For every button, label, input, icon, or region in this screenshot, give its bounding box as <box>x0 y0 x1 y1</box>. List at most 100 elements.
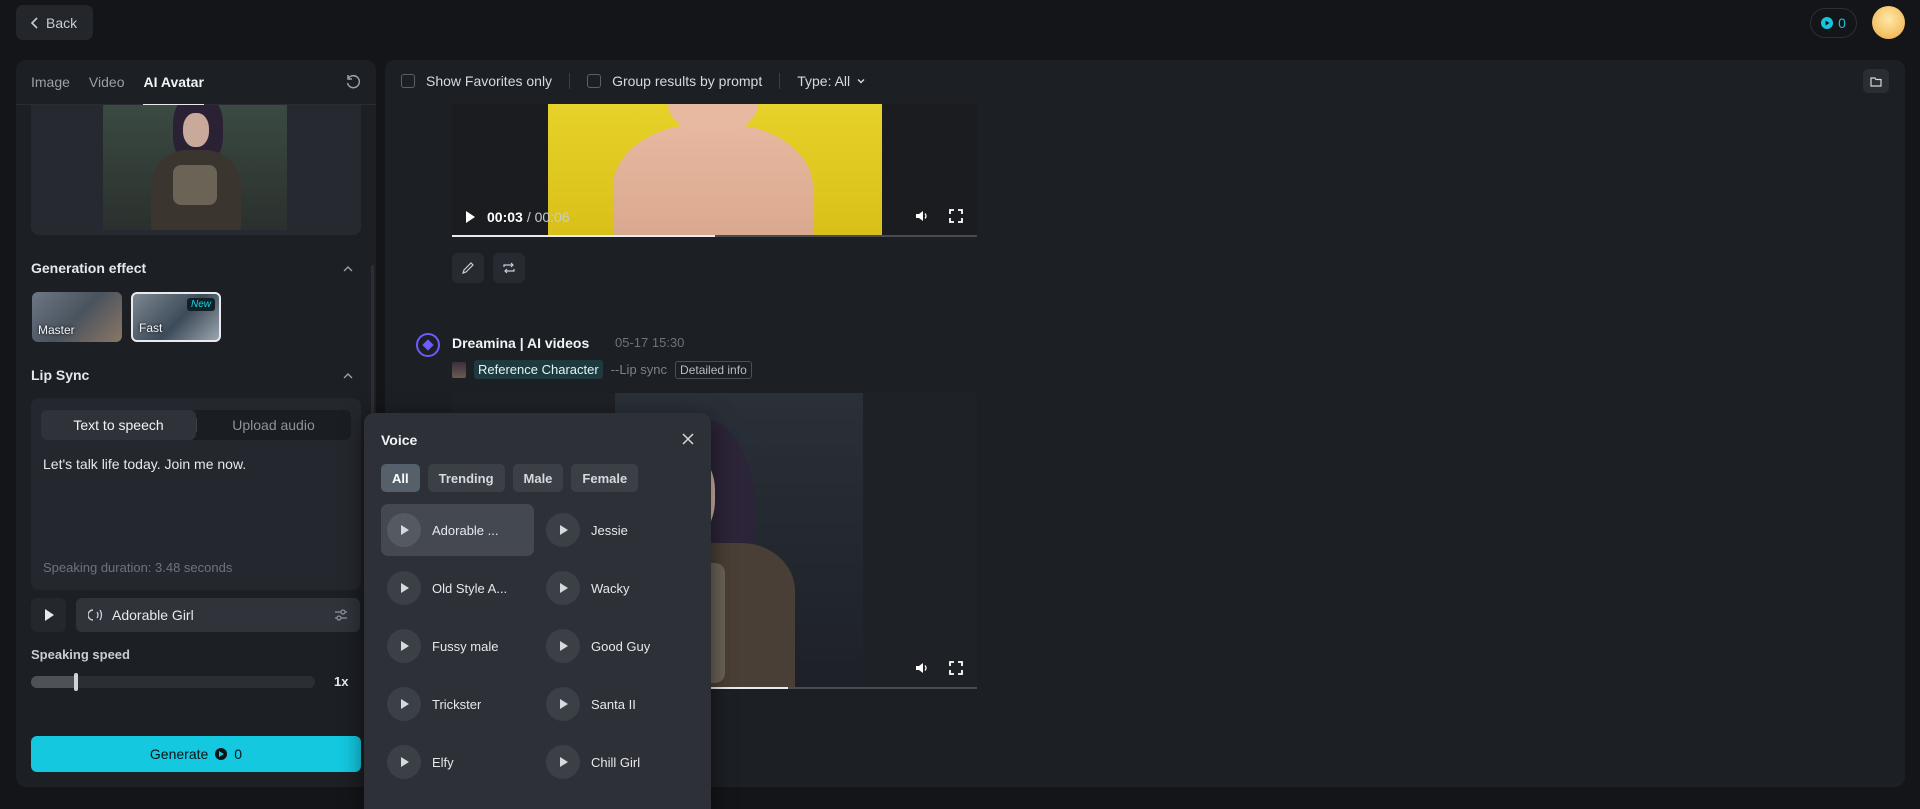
voice-item[interactable]: Jessie <box>540 504 693 556</box>
credit-coin-icon <box>215 748 228 760</box>
voice-filter-all[interactable]: All <box>381 464 420 492</box>
video-player-1[interactable]: 00:03 / 00:06 <box>452 104 977 237</box>
generate-cost: 0 <box>234 746 243 762</box>
voice-item[interactable]: Santa II <box>540 678 693 730</box>
filter-divider <box>779 73 781 89</box>
voice-item[interactable]: Good Guy <box>540 620 693 672</box>
mode-tabs: Image Video AI Avatar <box>16 60 376 106</box>
voice-icon <box>88 609 103 621</box>
upload-audio-tab[interactable]: Upload audio <box>196 410 351 440</box>
collapse-generation-effect-icon[interactable] <box>342 263 354 275</box>
speed-slider-thumb[interactable] <box>74 673 79 691</box>
text-to-speech-tab[interactable]: Text to speech <box>41 410 196 440</box>
reference-image-box[interactable] <box>31 105 361 235</box>
voice-name: Old Style A... <box>432 580 508 596</box>
selected-voice-name: Adorable Girl <box>112 607 194 623</box>
voice-item[interactable]: Elfy <box>381 736 534 788</box>
new-badge: New <box>186 298 215 311</box>
effect-fast-option[interactable]: New Fast <box>131 292 221 342</box>
generation-effect-title: Generation effect <box>31 260 147 276</box>
credits-count: 0 <box>1838 15 1846 31</box>
play-icon[interactable] <box>546 571 580 605</box>
voice-filter-trending[interactable]: Trending <box>427 464 505 492</box>
speech-text-input[interactable]: Let's talk life today. Join me now. <box>43 456 246 472</box>
voice-item[interactable]: Chill Girl <box>540 736 693 788</box>
tab-image[interactable]: Image <box>31 60 70 105</box>
filter-bar: Show Favorites only Group results by pro… <box>385 60 1905 102</box>
play-icon[interactable] <box>387 687 421 721</box>
volume-icon[interactable] <box>915 209 929 223</box>
play-icon <box>45 609 54 621</box>
video-total-time: / 00:06 <box>526 209 570 225</box>
speaking-speed-slider[interactable] <box>31 673 315 691</box>
voice-settings-icon[interactable] <box>334 608 348 622</box>
favorites-checkbox[interactable] <box>401 74 415 88</box>
favorites-label[interactable]: Show Favorites only <box>426 73 552 89</box>
voice-item[interactable]: Wacky <box>540 562 693 614</box>
voice-item[interactable]: Trickster <box>381 678 534 730</box>
generate-button[interactable]: Generate 0 <box>31 736 361 772</box>
folder-button[interactable] <box>1863 69 1889 93</box>
user-avatar[interactable] <box>1872 6 1905 39</box>
voice-filter-male[interactable]: Male <box>512 464 564 492</box>
back-button[interactable]: Back <box>16 5 94 40</box>
voice-popup-title: Voice <box>381 432 418 448</box>
play-icon[interactable] <box>546 745 580 779</box>
voice-name: Santa II <box>591 696 636 712</box>
voice-preview-button[interactable] <box>31 598 66 632</box>
credits-badge[interactable]: 0 <box>1810 8 1857 38</box>
credit-coin-icon <box>1821 17 1834 29</box>
fullscreen-icon[interactable] <box>949 209 963 223</box>
voice-picker-popup: Voice All Trending Male Female Adorable … <box>364 413 711 809</box>
play-icon[interactable] <box>546 629 580 663</box>
detailed-info-button[interactable]: Detailed info <box>675 360 752 379</box>
reset-icon[interactable] <box>344 73 362 91</box>
video-progress-1[interactable] <box>452 235 977 237</box>
voice-name: Fussy male <box>432 638 499 654</box>
voice-name: Chill Girl <box>591 754 641 770</box>
play-icon[interactable] <box>387 571 421 605</box>
video-controls-1: 00:03 / 00:06 <box>452 197 977 237</box>
voice-name: Elfy <box>432 754 454 770</box>
folder-icon <box>1870 76 1882 87</box>
filter-divider <box>569 73 571 89</box>
voice-filter-tabs: All Trending Male Female <box>381 464 639 492</box>
play-icon[interactable] <box>387 513 421 547</box>
edit-button[interactable] <box>452 253 484 283</box>
lip-sync-mode-switch: Text to speech Upload audio <box>41 410 351 440</box>
voice-item[interactable]: Fussy male <box>381 620 534 672</box>
play-icon[interactable] <box>546 513 580 547</box>
close-icon[interactable] <box>682 433 694 445</box>
play-icon[interactable] <box>387 629 421 663</box>
group-by-prompt-label[interactable]: Group results by prompt <box>612 73 762 89</box>
voice-item[interactable]: Old Style A... <box>381 562 534 614</box>
lip-sync-title: Lip Sync <box>31 367 90 383</box>
voice-name: Wacky <box>591 580 630 596</box>
voice-name: Good Guy <box>591 638 651 654</box>
fullscreen-icon[interactable] <box>949 661 963 675</box>
play-icon[interactable] <box>387 745 421 779</box>
dreamina-logo-icon <box>416 333 440 357</box>
play-icon[interactable] <box>466 211 475 223</box>
generate-label: Generate <box>149 746 209 762</box>
volume-icon[interactable] <box>915 661 929 675</box>
speed-slider-fill <box>31 676 77 688</box>
collapse-lip-sync-icon[interactable] <box>342 370 354 382</box>
voice-item[interactable]: Adorable ... <box>381 504 534 556</box>
reference-character-chip[interactable]: Reference Character <box>474 360 603 379</box>
tab-video[interactable]: Video <box>89 60 125 105</box>
type-dropdown[interactable]: Type: All <box>797 73 866 89</box>
chevron-left-icon <box>30 16 38 29</box>
effect-master-option[interactable]: Master <box>32 292 122 342</box>
voice-name: Jessie <box>591 522 628 538</box>
regenerate-button[interactable] <box>493 253 525 283</box>
voice-name: Trickster <box>432 696 482 712</box>
voice-list: Adorable ... Jessie Old Style A... Wacky… <box>381 504 691 788</box>
mode-divider <box>196 418 197 432</box>
tab-ai-avatar[interactable]: AI Avatar <box>143 60 205 106</box>
play-icon[interactable] <box>546 687 580 721</box>
speaking-speed-title: Speaking speed <box>31 647 130 662</box>
voice-filter-female[interactable]: Female <box>571 464 639 492</box>
voice-selector[interactable]: Adorable Girl <box>76 598 360 632</box>
group-by-prompt-checkbox[interactable] <box>587 74 602 88</box>
